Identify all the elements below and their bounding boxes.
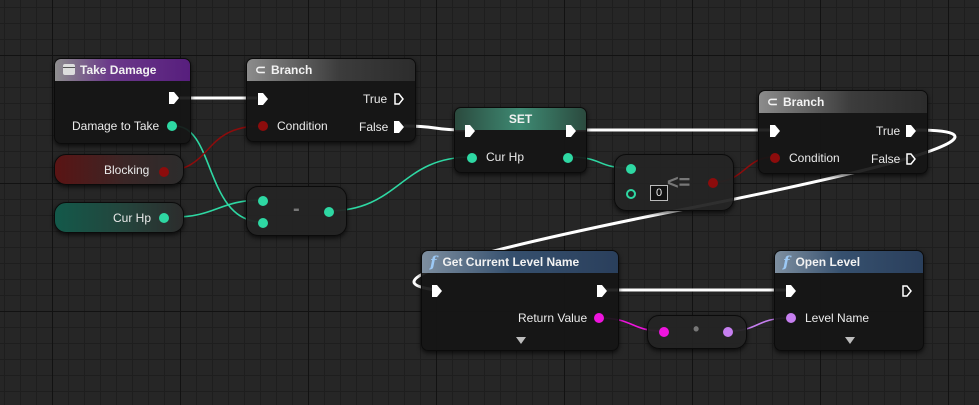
exec-in-pin[interactable] bbox=[432, 285, 442, 297]
node-header: ⊂ Branch bbox=[247, 59, 415, 81]
exec-out-pin[interactable] bbox=[902, 285, 912, 297]
node-header: ⊂ Branch bbox=[759, 91, 927, 113]
exec-out-pin[interactable] bbox=[566, 125, 576, 137]
false-label: False bbox=[359, 120, 389, 134]
expand-arrow-icon[interactable] bbox=[516, 337, 526, 344]
name-out-pin[interactable] bbox=[723, 327, 733, 337]
float-out-pin[interactable] bbox=[159, 213, 169, 223]
float-in-pin[interactable] bbox=[467, 153, 477, 163]
output-label: Return Value bbox=[518, 311, 588, 325]
exec-in-pin[interactable] bbox=[786, 285, 796, 297]
true-label: True bbox=[876, 124, 901, 138]
true-label: True bbox=[363, 92, 388, 106]
node-title: Take Damage bbox=[80, 63, 157, 77]
variable-label: Cur Hp bbox=[113, 211, 152, 225]
exec-out-pin[interactable] bbox=[169, 92, 179, 104]
operator-symbol: - bbox=[293, 198, 300, 220]
false-label: False bbox=[871, 152, 901, 166]
exec-false-pin[interactable] bbox=[394, 121, 404, 133]
float-in-pin-b[interactable] bbox=[258, 218, 268, 228]
set-curhp-node[interactable]: SET Cur Hp bbox=[454, 107, 587, 173]
string-out-pin[interactable] bbox=[594, 313, 604, 323]
input-label: Cur Hp bbox=[486, 150, 525, 164]
get-current-level-name-node[interactable]: f Get Current Level Name Return Value bbox=[421, 250, 619, 351]
condition-label: Condition bbox=[789, 151, 840, 165]
blocking-variable-getter[interactable]: Blocking bbox=[54, 154, 184, 185]
node-title: Branch bbox=[271, 63, 313, 77]
exec-out-pin[interactable] bbox=[597, 285, 607, 297]
float-wire bbox=[327, 156, 472, 212]
default-value-input[interactable]: 0 bbox=[650, 185, 668, 201]
variable-label: Blocking bbox=[104, 163, 150, 177]
exec-in-pin[interactable] bbox=[465, 125, 475, 137]
exec-true-pin[interactable] bbox=[906, 125, 916, 137]
bool-out-pin[interactable] bbox=[708, 178, 718, 188]
take-damage-event-node[interactable]: Take Damage Damage to Take bbox=[54, 58, 191, 144]
node-header: f Get Current Level Name bbox=[422, 251, 618, 273]
branch-icon: ⊂ bbox=[767, 94, 778, 109]
less-equal-node[interactable]: 0 <= bbox=[614, 154, 734, 211]
input-label: Level Name bbox=[805, 311, 870, 325]
node-title: Open Level bbox=[795, 255, 861, 269]
event-icon bbox=[63, 64, 75, 75]
function-icon: f bbox=[783, 253, 790, 271]
open-level-node[interactable]: f Open Level Level Name bbox=[774, 250, 924, 351]
subtract-node[interactable]: - bbox=[246, 186, 347, 236]
string-in-pin[interactable] bbox=[659, 327, 669, 337]
curhp-variable-getter[interactable]: Cur Hp bbox=[54, 202, 184, 233]
exec-in-pin[interactable] bbox=[258, 93, 268, 105]
branch-node-1[interactable]: ⊂ Branch True Condition False bbox=[246, 58, 416, 142]
node-title: Branch bbox=[783, 95, 825, 109]
node-title: Get Current Level Name bbox=[442, 255, 580, 269]
bool-in-pin[interactable] bbox=[770, 153, 780, 163]
exec-false-pin[interactable] bbox=[906, 153, 916, 165]
float-in-pin-b[interactable] bbox=[626, 189, 636, 199]
exec-in-pin[interactable] bbox=[770, 125, 780, 137]
float-in-pin-a[interactable] bbox=[258, 196, 268, 206]
function-icon: f bbox=[430, 253, 437, 271]
branch-icon: ⊂ bbox=[255, 62, 266, 77]
bool-in-pin[interactable] bbox=[258, 121, 268, 131]
string-to-name-conversion-node[interactable]: • bbox=[647, 315, 747, 349]
branch-node-2[interactable]: ⊂ Branch True Condition False bbox=[758, 90, 928, 174]
node-header: f Open Level bbox=[775, 251, 923, 273]
float-out-pin[interactable] bbox=[324, 207, 334, 217]
bool-out-pin[interactable] bbox=[159, 167, 169, 177]
conversion-symbol: • bbox=[693, 319, 700, 339]
float-out-pin[interactable] bbox=[167, 121, 177, 131]
node-header: Take Damage bbox=[55, 59, 190, 81]
float-out-pin[interactable] bbox=[563, 153, 573, 163]
operator-symbol: <= bbox=[667, 172, 691, 194]
output-label: Damage to Take bbox=[72, 119, 160, 133]
expand-arrow-icon[interactable] bbox=[845, 337, 855, 344]
node-title: SET bbox=[508, 112, 533, 126]
name-in-pin[interactable] bbox=[786, 313, 796, 323]
exec-true-pin[interactable] bbox=[394, 93, 404, 105]
condition-label: Condition bbox=[277, 119, 328, 133]
float-in-pin-a[interactable] bbox=[626, 164, 636, 174]
